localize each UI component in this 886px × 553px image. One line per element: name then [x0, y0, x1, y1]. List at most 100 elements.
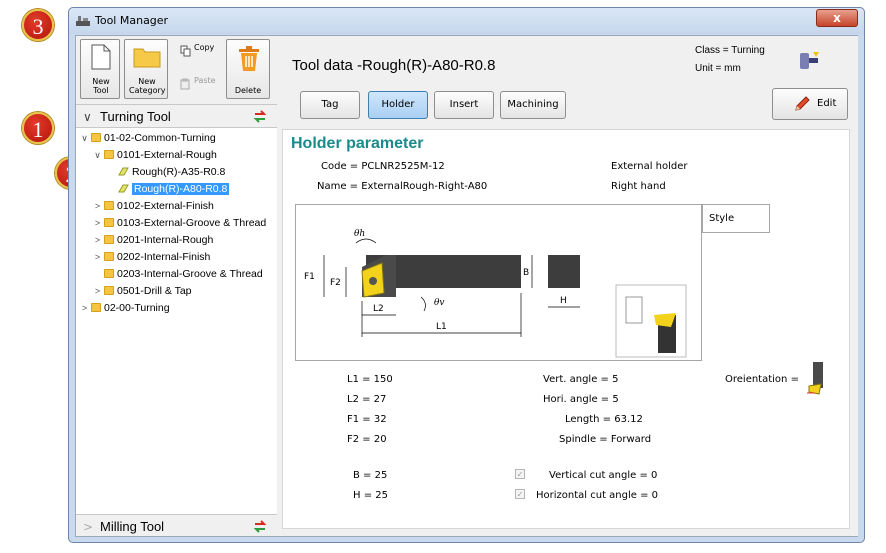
milling-tool-header[interactable]: > Milling Tool [76, 514, 277, 536]
chevron-right-icon[interactable]: > [91, 198, 104, 214]
copy-icon [180, 45, 191, 57]
badge-1: 1 [22, 112, 54, 144]
param-l2: L2 = 27 [347, 394, 387, 405]
tab-holder[interactable]: Holder [368, 91, 428, 119]
chevron-right-icon[interactable]: > [91, 283, 104, 299]
new-category-button[interactable]: New Category [124, 39, 168, 99]
class-label: Class = Turning [695, 45, 765, 56]
new-category-label: New Category [129, 77, 166, 95]
delete-button[interactable]: Delete [226, 39, 270, 99]
tree-node[interactable]: Rough(R)-A35-R0.8 [118, 164, 225, 181]
turning-tool-label: Turning Tool [100, 109, 171, 124]
insert-tool-icon [118, 167, 129, 176]
trash-icon [239, 46, 259, 71]
tree-node[interactable]: >02-00-Turning [78, 300, 170, 317]
paste-label: Paste [194, 76, 216, 85]
unit-label: Unit = mm [695, 63, 741, 74]
delete-label: Delete [234, 86, 262, 95]
dim-b: B [523, 268, 529, 278]
tree-node[interactable]: >0103-External-Groove & Thread [91, 215, 266, 232]
dim-f2: F2 [330, 278, 341, 288]
tool-tree: ∨ 01-02-Common-Turning ∨ 0101-External-Rou… [76, 128, 277, 514]
title-bar[interactable]: Tool Manager x [69, 8, 864, 34]
dim-theta-v: θv [434, 298, 445, 308]
tool-manager-window: Tool Manager x New Tool New Category Cop… [68, 7, 865, 543]
section-title: Holder parameter [291, 135, 424, 152]
param-hori-angle: Hori. angle = 5 [543, 394, 619, 405]
chevron-down-icon[interactable]: ∨ [78, 130, 91, 146]
vertical-cut-checkbox[interactable]: ✓ [515, 469, 525, 479]
chevron-right-icon[interactable]: > [78, 300, 91, 316]
tree-node-label: 0201-Internal-Rough [117, 234, 214, 246]
app-icon [76, 16, 90, 26]
tab-machining[interactable]: Machining [500, 91, 566, 119]
badge-3: 3 [22, 9, 54, 41]
tree-node-label: 0501-Drill & Tap [117, 285, 192, 297]
tree-node[interactable]: >0201-Internal-Rough [91, 232, 213, 249]
tree-node-label: 0101-External-Rough [117, 149, 217, 161]
tree-node[interactable]: >0102-External-Finish [91, 198, 214, 215]
tree-node-selected[interactable]: Rough(R)-A80-R0.8 [118, 181, 230, 198]
chevron-right-icon[interactable]: > [91, 232, 104, 248]
folder-icon [104, 150, 114, 159]
tree-node-label: Rough(R)-A35-R0.8 [132, 166, 226, 178]
new-tool-button[interactable]: New Tool [80, 39, 120, 99]
tree-node-label: 01-02-Common-Turning [104, 132, 216, 144]
pencil-icon [795, 96, 810, 111]
folder-icon [104, 252, 114, 261]
param-f1: F1 = 32 [347, 414, 387, 425]
paste-button[interactable]: Paste [172, 72, 222, 98]
edit-label: Edit [817, 98, 837, 109]
holder-code: Code = PCLNR2525M-12 [321, 161, 445, 172]
tree-node-label: 0203-Internal-Groove & Thread [117, 268, 263, 280]
left-panel: New Tool New Category Copy Paste Delete … [76, 36, 277, 536]
holder-content: Holder parameter Code = PCLNR2525M-12 Na… [282, 129, 850, 529]
holder-hand: Right hand [611, 181, 666, 192]
dim-l1: L1 [436, 322, 447, 332]
param-h: H = 25 [353, 490, 388, 501]
tab-insert[interactable]: Insert [434, 91, 494, 119]
tool-data-title: Tool data -Rough(R)-A80-R0.8 [292, 57, 496, 74]
window-title: Tool Manager [95, 14, 169, 27]
tree-node-label: 02-00-Turning [104, 302, 170, 314]
chevron-down-icon[interactable]: ∨ [91, 147, 104, 163]
style-label: Style [709, 213, 735, 224]
toolbar: New Tool New Category Copy Paste Delete [76, 36, 277, 104]
tree-node[interactable]: >0501-Drill & Tap [91, 283, 192, 300]
param-vert-angle: Vert. angle = 5 [543, 374, 619, 385]
dim-f1: F1 [304, 272, 315, 282]
tree-node-label: Rough(R)-A80-R0.8 [132, 183, 230, 195]
copy-label: Copy [194, 43, 215, 52]
folder-icon [104, 218, 114, 227]
dim-h: H [560, 296, 567, 306]
chevron-right-icon[interactable]: > [91, 249, 104, 265]
orientation-icon [807, 362, 823, 395]
milling-tool-label: Milling Tool [100, 519, 165, 534]
sync-arrows-icon[interactable] [253, 110, 267, 123]
tree-node[interactable]: 0203-Internal-Groove & Thread [91, 266, 263, 283]
holder-type: External holder [611, 161, 688, 172]
param-b: B = 25 [353, 470, 388, 481]
edit-button[interactable]: Edit [772, 88, 848, 120]
param-orientation: Oreientation = [725, 374, 799, 385]
right-panel: Tool data -Rough(R)-A80-R0.8 Class = Tur… [278, 36, 858, 536]
chevron-right-icon[interactable]: > [91, 215, 104, 231]
tree-node[interactable]: >0202-Internal-Finish [91, 249, 211, 266]
turning-tool-header[interactable]: ∨ Turning Tool [76, 104, 277, 128]
chevron-right-icon: > [83, 520, 94, 534]
new-tool-label: New Tool [92, 77, 110, 95]
new-document-icon [91, 44, 111, 70]
holder-drawing: θh θv F1 F2 B H L2 L1 [295, 204, 702, 361]
close-button[interactable]: x [816, 9, 858, 27]
param-f2: F2 = 20 [347, 434, 387, 445]
tree-node[interactable]: ∨ 0101-External-Rough [91, 147, 217, 164]
folder-icon [104, 286, 114, 295]
param-l1: L1 = 150 [347, 374, 393, 385]
tab-tag[interactable]: Tag [300, 91, 360, 119]
copy-button[interactable]: Copy [172, 39, 222, 65]
paste-icon [180, 78, 190, 90]
tree-node[interactable]: ∨ 01-02-Common-Turning [78, 130, 216, 147]
param-horizontal-cut-angle: Horizontal cut angle = 0 [536, 490, 659, 501]
sync-arrows-icon[interactable] [253, 520, 267, 533]
horizontal-cut-checkbox[interactable]: ✓ [515, 489, 525, 499]
